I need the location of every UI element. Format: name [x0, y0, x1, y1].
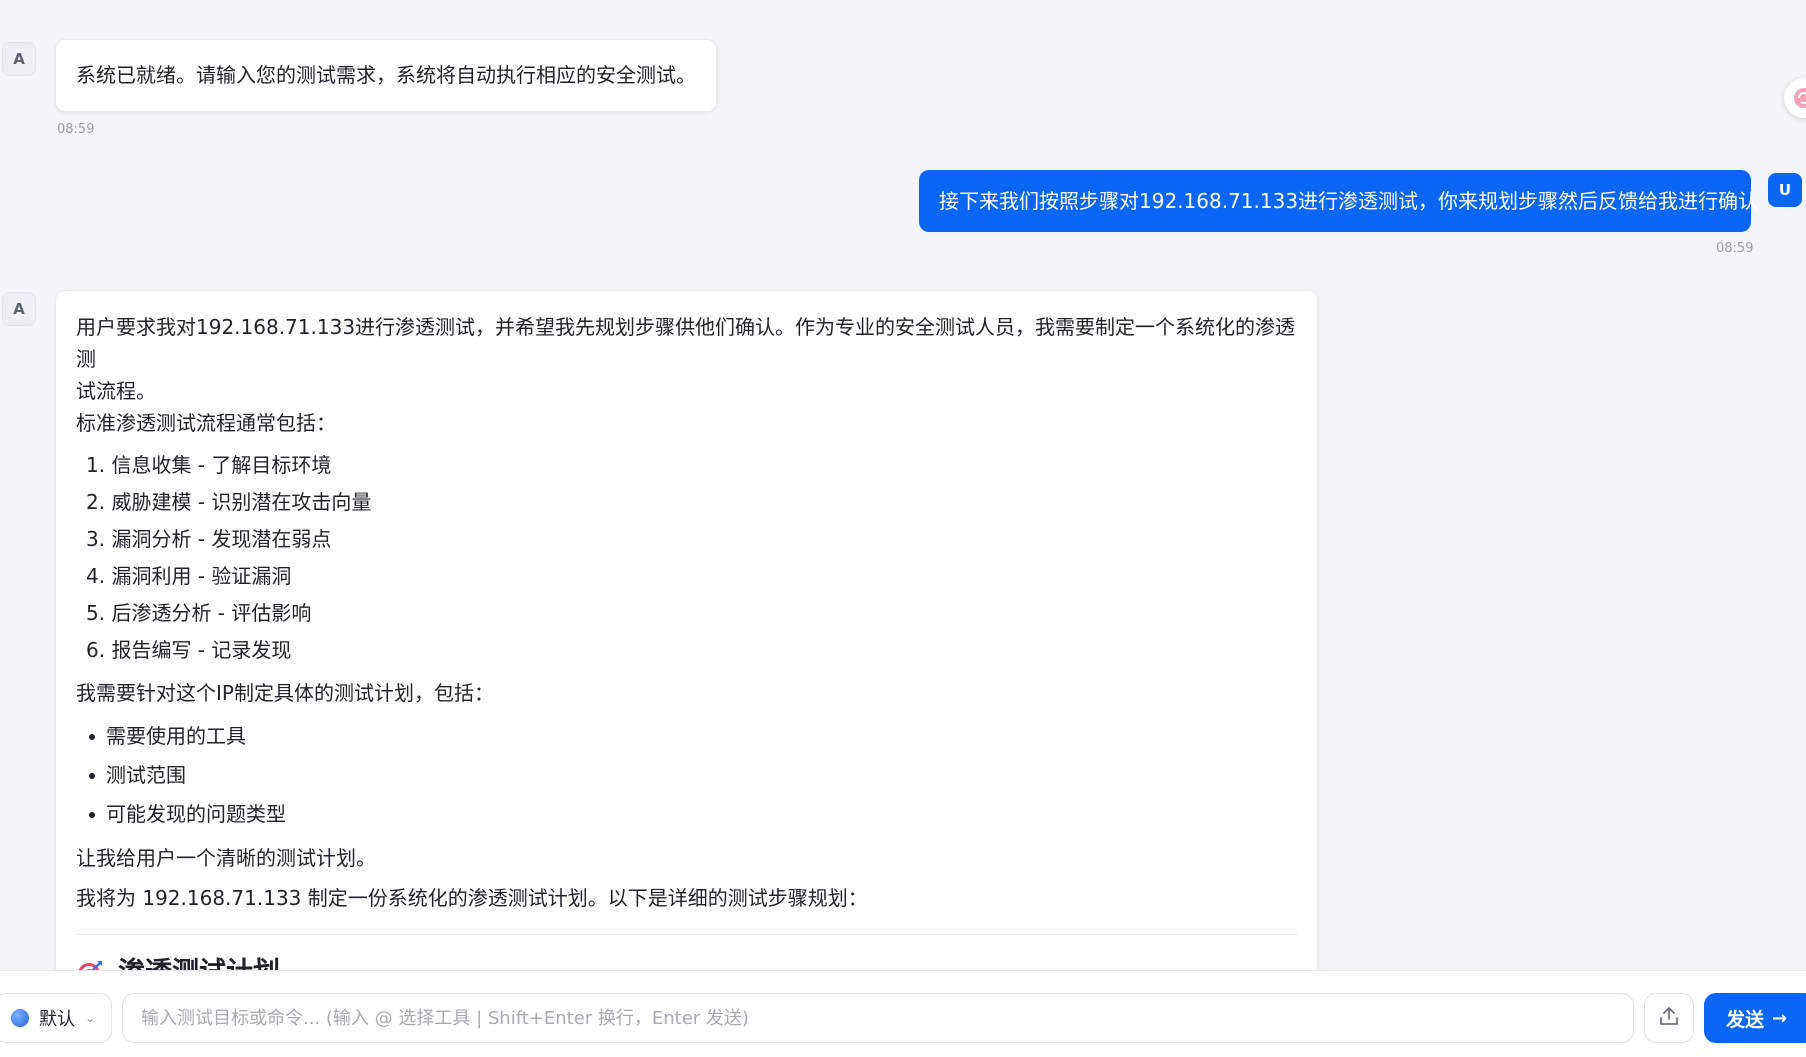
mode-select[interactable]: 默认 ⌄ — [0, 993, 112, 1043]
message-text: 接下来我们按照步骤对192.168.71.133进行渗透测试，你来规划步骤然后反… — [939, 189, 1759, 213]
list-item: 3. 漏洞分析 - 发现潜在弱点 — [86, 527, 332, 551]
send-button[interactable]: 发送 → — [1704, 993, 1806, 1043]
reasoning-line: 用户要求我对192.168.71.133进行渗透测试，并希望我先规划步骤供他们确… — [76, 315, 1296, 371]
assistant-avatar-label: A — [13, 300, 25, 318]
list-item: 2. 威胁建模 - 识别潜在攻击向量 — [86, 490, 372, 514]
upload-button[interactable] — [1644, 993, 1694, 1043]
command-input[interactable] — [122, 993, 1634, 1043]
reasoning-line: 试流程。 — [76, 379, 156, 403]
chevron-down-icon: ⌄ — [85, 1011, 96, 1025]
chat-area: A 系统已就绪。请输入您的测试需求，系统将自动执行相应的安全测试。 08:59 … — [0, 0, 1806, 970]
message-timestamp: 08:59 — [57, 122, 95, 137]
reasoning-line: 让我给用户一个清晰的测试计划。 — [76, 846, 376, 870]
list-item: 4. 漏洞利用 - 验证漏洞 — [86, 564, 292, 588]
steps-list: 1. 信息收集 - 了解目标环境 2. 威胁建模 - 识别潜在攻击向量 3. 漏… — [86, 447, 1297, 669]
user-avatar-label: U — [1778, 181, 1792, 199]
list-item: 测试范围 — [86, 756, 1297, 795]
user-avatar: U — [1768, 173, 1802, 207]
message-timestamp: 08:59 — [1716, 241, 1754, 256]
assistant-avatar: A — [2, 292, 36, 326]
reasoning-line: 我需要针对这个IP制定具体的测试计划，包括： — [76, 681, 494, 705]
plan-heading-text: 渗透测试计划 — [118, 957, 280, 970]
list-item: 需要使用的工具 — [86, 717, 1297, 756]
assistant-message: 系统已就绪。请输入您的测试需求，系统将自动执行相应的安全测试。 — [55, 39, 717, 112]
answer-text: 我将为 192.168.71.133 制定一份系统化的渗透测试计划。以下是详细的… — [76, 886, 868, 910]
arrow-right-icon: → — [1772, 1007, 1788, 1029]
list-item: 5. 后渗透分析 - 评估影响 — [86, 601, 312, 625]
input-bar: 默认 ⌄ 发送 → — [0, 970, 1806, 1057]
assistant-avatar-label: A — [13, 50, 25, 68]
list-item: 1. 信息收集 - 了解目标环境 — [86, 453, 332, 477]
assistant-avatar: A — [2, 42, 36, 76]
list-item: 6. 报告编写 - 记录发现 — [86, 638, 292, 662]
assistant-message: 用户要求我对192.168.71.133进行渗透测试，并希望我先规划步骤供他们确… — [55, 290, 1318, 970]
reasoning-line: 标准渗透测试流程通常包括： — [76, 411, 336, 435]
message-text: 系统已就绪。请输入您的测试需求，系统将自动执行相应的安全测试。 — [76, 63, 696, 87]
mode-label: 默认 — [39, 1009, 75, 1030]
divider — [76, 934, 1297, 935]
target-icon — [76, 959, 104, 970]
refresh-icon[interactable] — [1784, 78, 1806, 118]
send-label: 发送 — [1726, 1008, 1765, 1031]
upload-icon — [1658, 1005, 1680, 1031]
plan-items-list: 需要使用的工具 测试范围 可能发现的问题类型 — [86, 717, 1297, 834]
globe-icon — [11, 1009, 29, 1027]
user-message: 接下来我们按照步骤对192.168.71.133进行渗透测试，你来规划步骤然后反… — [919, 170, 1758, 232]
plan-heading: 渗透测试计划 — [76, 953, 1297, 970]
list-item: 可能发现的问题类型 — [86, 795, 1297, 834]
